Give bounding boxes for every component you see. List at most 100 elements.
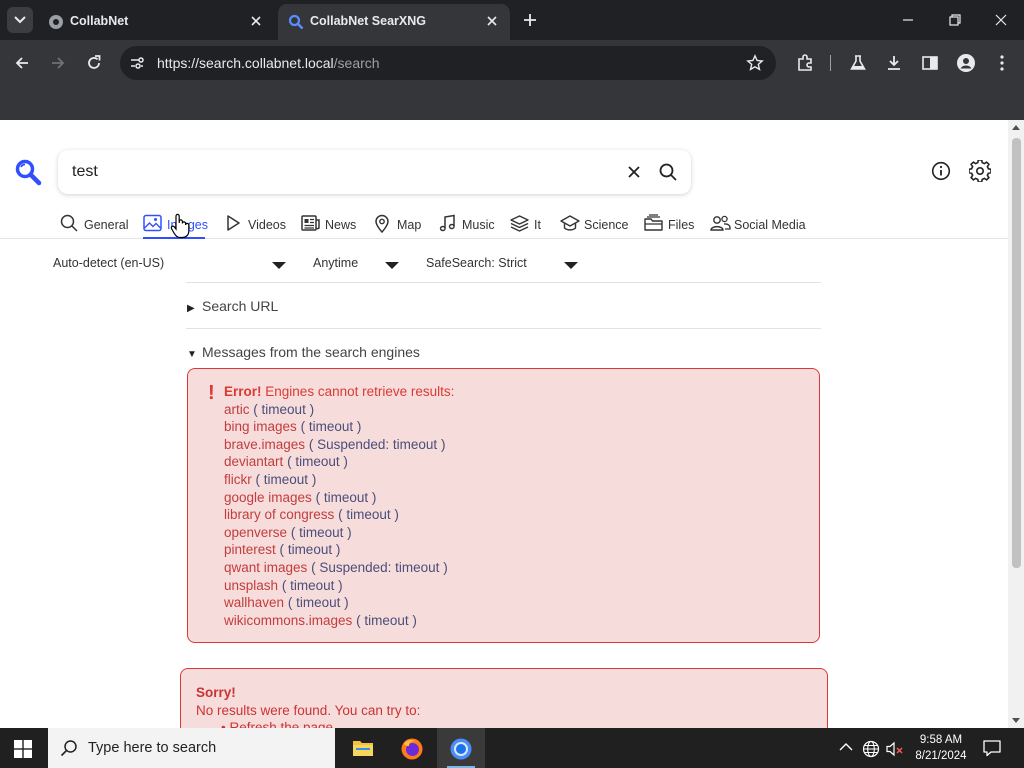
search-input[interactable] — [72, 161, 602, 183]
taskbar-clock[interactable]: 9:58 AM 8/21/2024 — [906, 732, 976, 764]
engine-reason: timeout — [296, 595, 341, 611]
tab-collabnet-searxng[interactable]: CollabNet SearXNG — [278, 4, 510, 40]
engine-error-row: qwant images ( Suspended: timeout ) — [224, 559, 448, 575]
chevron-up-icon[interactable] — [839, 742, 853, 752]
time-range-dropdown-caret[interactable] — [385, 262, 399, 269]
engine-error-row: wallhaven ( timeout ) — [224, 595, 349, 611]
labs-flask-icon[interactable] — [848, 53, 868, 73]
engine-error-row: pinterest ( timeout ) — [224, 542, 341, 558]
divider — [186, 282, 821, 283]
scroll-up-arrow-icon[interactable] — [1012, 125, 1020, 130]
engine-name: flickr — [224, 471, 252, 487]
searxng-logo-icon[interactable] — [14, 158, 42, 186]
close-icon[interactable] — [484, 13, 500, 29]
chrome-icon — [450, 738, 472, 760]
url-host: https://search.collabnet.local — [157, 55, 334, 71]
safesearch-dropdown-caret[interactable] — [564, 262, 578, 269]
side-panel-icon[interactable] — [920, 53, 940, 73]
extensions-icon[interactable] — [795, 53, 815, 73]
more-menu-icon[interactable] — [992, 53, 1012, 73]
taskbar-search-box[interactable]: Type here to search — [48, 728, 335, 768]
people-icon — [710, 215, 731, 231]
music-icon — [439, 214, 455, 232]
search-icon[interactable] — [658, 162, 678, 182]
engine-error-row: google images ( timeout ) — [224, 489, 377, 505]
tab-general[interactable]: General — [60, 213, 128, 239]
newspaper-icon — [301, 215, 320, 231]
engine-reason: timeout — [364, 612, 409, 628]
time-range-select[interactable]: Anytime — [313, 256, 358, 270]
close-icon[interactable] — [248, 13, 264, 29]
bookmark-star-icon[interactable] — [746, 54, 764, 72]
site-settings-icon[interactable] — [129, 55, 145, 71]
windows-taskbar: Type here to search 9:58 AM 8/21/2024 — [0, 728, 1024, 768]
folder-icon — [353, 741, 373, 756]
tab-files[interactable]: Files — [644, 213, 694, 239]
exclamation-icon: ! — [208, 382, 215, 404]
windows-start-icon[interactable] — [14, 740, 32, 758]
gear-icon[interactable] — [969, 160, 991, 182]
back-arrow-icon[interactable] — [12, 53, 32, 73]
tab-map[interactable]: Map — [373, 213, 421, 239]
restore-icon[interactable] — [945, 10, 965, 30]
tab-search-button[interactable] — [7, 7, 33, 33]
scrollbar-thumb[interactable] — [1012, 138, 1021, 568]
taskbar-firefox[interactable] — [388, 728, 436, 768]
search-url-toggle[interactable]: ▶ Search URL — [187, 298, 278, 314]
info-icon[interactable] — [931, 161, 951, 181]
engine-error-list: Error! Engines cannot retrieve results: … — [224, 383, 454, 629]
tab-label: Videos — [248, 218, 286, 232]
files-icon — [644, 214, 663, 231]
clear-icon[interactable] — [625, 163, 643, 181]
tab-videos[interactable]: Videos — [224, 213, 286, 239]
page-scrollbar[interactable] — [1008, 120, 1024, 728]
toolbar-separator — [830, 55, 831, 71]
minimize-icon[interactable] — [898, 10, 918, 30]
download-icon[interactable] — [884, 53, 904, 73]
image-icon — [143, 214, 162, 232]
suggestion-item: • Refresh the page. — [221, 720, 337, 728]
school-icon — [560, 215, 580, 231]
taskbar-file-explorer[interactable] — [339, 728, 387, 768]
profile-avatar-icon[interactable] — [956, 53, 976, 73]
error-message: Engines cannot retrieve results: — [265, 384, 455, 399]
clock-time: 9:58 AM — [919, 734, 963, 746]
engine-error-alert: ! Error! Engines cannot retrieve results… — [187, 368, 820, 643]
taskbar-chrome[interactable] — [437, 728, 485, 768]
searxng-logo-icon — [288, 14, 304, 30]
tab-science[interactable]: Science — [560, 213, 628, 239]
engine-error-row: deviantart ( timeout ) — [224, 454, 348, 470]
speaker-muted-icon[interactable] — [885, 740, 905, 758]
layers-icon — [510, 215, 529, 232]
tab-news[interactable]: News — [301, 213, 356, 239]
forward-arrow-icon[interactable] — [48, 53, 68, 73]
engine-name: pinterest — [224, 542, 276, 558]
notification-icon[interactable] — [982, 738, 1002, 758]
tab-social-media[interactable]: Social Media — [710, 213, 806, 239]
engine-name: artic — [224, 401, 250, 417]
triangle-down-icon: ▼ — [187, 349, 197, 360]
tab-collabnet[interactable]: CollabNet — [38, 4, 274, 40]
address-bar[interactable]: https://search.collabnet.local/search — [120, 46, 776, 80]
engine-messages-toggle[interactable]: ▼ Messages from the search engines — [187, 344, 420, 360]
engine-reason: timeout — [290, 577, 335, 593]
language-dropdown-caret[interactable] — [272, 262, 286, 269]
engine-name: qwant images — [224, 559, 308, 575]
safesearch-select[interactable]: SafeSearch: Strict — [426, 256, 527, 270]
map-pin-icon — [375, 214, 389, 233]
tab-label: Music — [462, 218, 495, 232]
language-select[interactable]: Auto-detect (en-US) — [53, 256, 164, 270]
tab-music[interactable]: Music — [438, 213, 495, 239]
reload-icon[interactable] — [84, 53, 104, 73]
suggestion-text[interactable]: Refresh the page. — [229, 720, 336, 728]
tab-it[interactable]: It — [510, 213, 544, 239]
triangle-right-icon: ▶ — [187, 303, 195, 314]
engine-name: brave.images — [224, 436, 306, 452]
window-close-icon[interactable] — [991, 10, 1011, 30]
tab-title: CollabNet SearXNG — [310, 14, 427, 28]
network-globe-icon[interactable] — [862, 740, 880, 758]
engine-error-row: openverse ( timeout ) — [224, 524, 352, 540]
scroll-down-arrow-icon[interactable] — [1012, 718, 1020, 723]
firefox-icon — [401, 738, 423, 760]
new-tab-icon[interactable] — [520, 10, 540, 30]
